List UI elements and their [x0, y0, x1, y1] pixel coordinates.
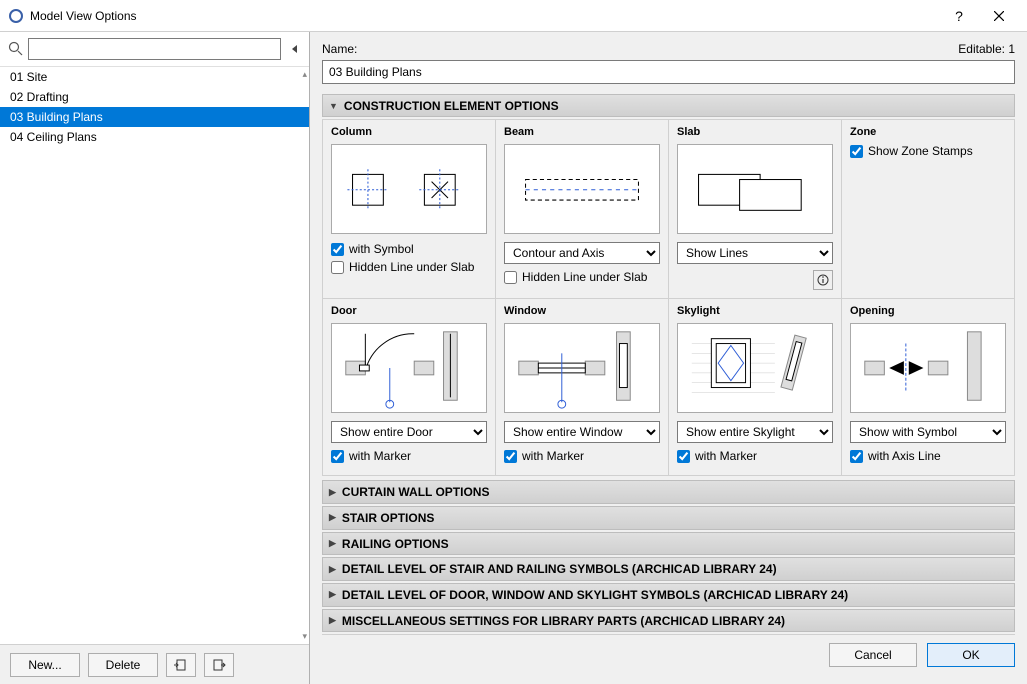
editable-label: Editable: 1: [958, 42, 1015, 56]
column-title: Column: [331, 126, 487, 138]
skylight-select[interactable]: Show entire Skylight: [677, 421, 833, 443]
slab-preview: [677, 144, 833, 234]
section-misc[interactable]: ▶MISCELLANEOUS SETTINGS FOR LIBRARY PART…: [322, 609, 1015, 633]
window-select[interactable]: Show entire Window: [504, 421, 660, 443]
beam-select[interactable]: Contour and Axis: [504, 242, 660, 264]
window-with-marker[interactable]: with Marker: [504, 449, 660, 463]
window-cell: Window Show entire Window with Marker: [496, 299, 669, 476]
zone-cell: Zone Show Zone Stamps: [842, 120, 1015, 299]
beam-cell: Beam Contour and Axis Hidden Line under …: [496, 120, 669, 299]
opening-select[interactable]: Show with Symbol: [850, 421, 1006, 443]
door-cell: Door Show entire Door with: [323, 299, 496, 476]
skylight-cell: Skylight Show en: [669, 299, 842, 476]
window-title: Window: [504, 305, 660, 317]
column-hidden-line[interactable]: Hidden Line under Slab: [331, 260, 487, 274]
window-title: Model View Options: [30, 9, 939, 23]
name-input[interactable]: [322, 60, 1015, 84]
info-button[interactable]: [813, 270, 833, 290]
chevron-right-icon: ▶: [329, 538, 336, 549]
beam-preview: [504, 144, 660, 234]
list-item[interactable]: 03 Building Plans: [0, 107, 309, 127]
door-preview: [331, 323, 487, 413]
search-input[interactable]: [28, 38, 281, 60]
beam-title: Beam: [504, 126, 660, 138]
chevron-down-icon: ▼: [329, 101, 338, 111]
section-detail-stair[interactable]: ▶DETAIL LEVEL OF STAIR AND RAILING SYMBO…: [322, 557, 1015, 581]
section-construction[interactable]: ▼ CONSTRUCTION ELEMENT OPTIONS: [322, 94, 1015, 118]
skylight-title: Skylight: [677, 305, 833, 317]
zone-title: Zone: [850, 126, 1006, 138]
delete-button[interactable]: Delete: [88, 653, 158, 677]
slab-select[interactable]: Show Lines: [677, 242, 833, 264]
door-with-marker[interactable]: with Marker: [331, 449, 487, 463]
chevron-right-icon: ▶: [329, 487, 336, 498]
list-item[interactable]: 04 Ceiling Plans: [0, 127, 309, 147]
opening-preview: [850, 323, 1006, 413]
chevron-right-icon: ▶: [329, 615, 336, 626]
beam-hidden-line[interactable]: Hidden Line under Slab: [504, 270, 660, 284]
section-curtain[interactable]: ▶CURTAIN WALL OPTIONS: [322, 480, 1015, 504]
search-icon: [8, 41, 24, 57]
door-select[interactable]: Show entire Door: [331, 421, 487, 443]
list-item[interactable]: 02 Drafting: [0, 87, 309, 107]
construction-options-grid: Column with Symbol Hidden Line under Sla: [322, 119, 1015, 476]
scroll-up-icon[interactable]: ▴: [302, 69, 307, 80]
help-button[interactable]: ?: [939, 0, 979, 32]
main-panel: Name: Editable: 1 ▼ CONSTRUCTION ELEMENT…: [310, 32, 1027, 684]
chevron-right-icon: ▶: [329, 589, 336, 600]
sidebar: ▴ 01 Site 02 Drafting 03 Building Plans …: [0, 32, 310, 684]
section-railing[interactable]: ▶RAILING OPTIONS: [322, 532, 1015, 556]
column-cell: Column with Symbol Hidden Line under Sla: [323, 120, 496, 299]
window-preview: [504, 323, 660, 413]
list-item[interactable]: 01 Site: [0, 67, 309, 87]
zone-show-stamps[interactable]: Show Zone Stamps: [850, 144, 1006, 158]
opening-with-axis[interactable]: with Axis Line: [850, 449, 1006, 463]
close-button[interactable]: [979, 0, 1019, 32]
door-title: Door: [331, 305, 487, 317]
new-button[interactable]: New...: [10, 653, 80, 677]
export-button[interactable]: [204, 653, 234, 677]
chevron-right-icon: ▶: [329, 564, 336, 575]
slab-cell: Slab Show Lines: [669, 120, 842, 299]
scroll-down-icon[interactable]: ▾: [302, 631, 307, 642]
options-list[interactable]: ▴ 01 Site 02 Drafting 03 Building Plans …: [0, 66, 309, 644]
opening-cell: Opening Show with Symbol with Axis Line: [842, 299, 1015, 476]
section-detail-door[interactable]: ▶DETAIL LEVEL OF DOOR, WINDOW AND SKYLIG…: [322, 583, 1015, 607]
skylight-preview: [677, 323, 833, 413]
section-stair[interactable]: ▶STAIR OPTIONS: [322, 506, 1015, 530]
skylight-with-marker[interactable]: with Marker: [677, 449, 833, 463]
ok-button[interactable]: OK: [927, 643, 1015, 667]
column-with-symbol[interactable]: with Symbol: [331, 242, 487, 256]
titlebar: Model View Options ?: [0, 0, 1027, 32]
slab-title: Slab: [677, 126, 833, 138]
chevron-right-icon: ▶: [329, 512, 336, 523]
column-preview: [331, 144, 487, 234]
import-button[interactable]: [166, 653, 196, 677]
cancel-button[interactable]: Cancel: [829, 643, 917, 667]
opening-title: Opening: [850, 305, 1006, 317]
name-label: Name:: [322, 42, 357, 56]
app-icon: [8, 8, 24, 24]
collapse-left-icon[interactable]: [289, 43, 301, 55]
